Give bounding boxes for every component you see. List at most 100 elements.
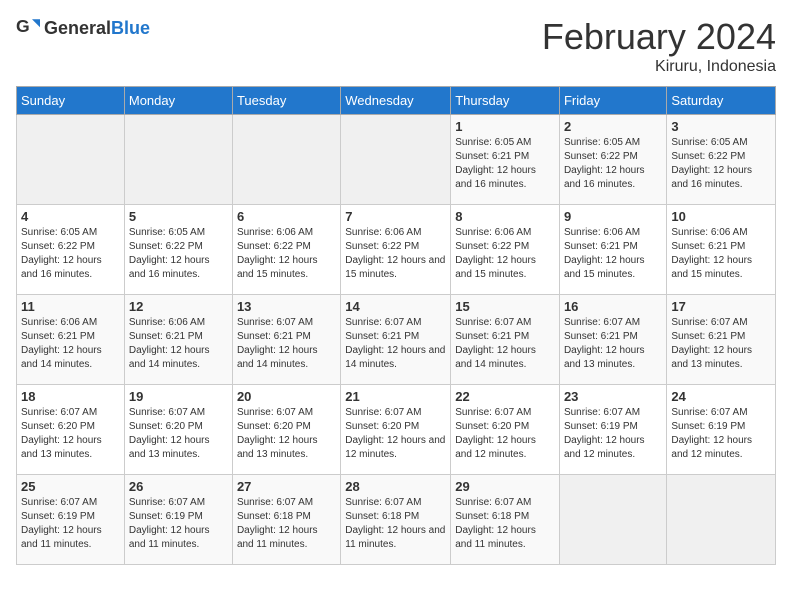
day-cell: [559, 475, 666, 565]
day-number: 8: [455, 209, 555, 224]
day-cell: 20Sunrise: 6:07 AMSunset: 6:20 PMDayligh…: [232, 385, 340, 475]
day-cell: 5Sunrise: 6:05 AMSunset: 6:22 PMDaylight…: [124, 205, 232, 295]
day-cell: 14Sunrise: 6:07 AMSunset: 6:21 PMDayligh…: [341, 295, 451, 385]
day-info: Sunrise: 6:05 AMSunset: 6:22 PMDaylight:…: [671, 136, 771, 192]
day-info: Sunrise: 6:07 AMSunset: 6:18 PMDaylight:…: [237, 496, 336, 552]
day-number: 25: [21, 479, 120, 494]
week-row-4: 18 Sunrise: 6:07 AMSunset: 6:20 PMDayligh…: [17, 385, 776, 475]
week-row-5: 25 Sunrise: 6:07 AMSunset: 6:19 PMDayligh…: [17, 475, 776, 565]
logo-blue: Blue: [111, 18, 150, 38]
day-number: 22: [455, 389, 555, 404]
title-area: February 2024 Kiruru, Indonesia: [542, 16, 776, 76]
day-number: 1: [455, 119, 555, 134]
day-info: Sunrise: 6:07 AMSunset: 6:19 PMDaylight:…: [21, 496, 120, 552]
day-cell: 26Sunrise: 6:07 AMSunset: 6:19 PMDayligh…: [124, 475, 232, 565]
day-cell: 4Sunrise: 6:05 AMSunset: 6:22 PMDaylight…: [17, 205, 125, 295]
day-number: 12: [129, 299, 228, 314]
day-cell: 1 Sunrise: 6:05 AMSunset: 6:21 PMDaylight…: [451, 115, 560, 205]
day-cell: 21Sunrise: 6:07 AMSunset: 6:20 PMDayligh…: [341, 385, 451, 475]
day-cell: 22 Sunrise: 6:07 AMSunset: 6:20 PMDayligh…: [451, 385, 560, 475]
week-row-3: 11 Sunrise: 6:06 AMSunset: 6:21 PMDayligh…: [17, 295, 776, 385]
day-info: Sunrise: 6:07 AMSunset: 6:21 PMDaylight:…: [671, 316, 771, 372]
location-title: Kiruru, Indonesia: [542, 58, 776, 76]
day-number: 10: [671, 209, 771, 224]
day-number: 28: [345, 479, 446, 494]
week-row-2: 4Sunrise: 6:05 AMSunset: 6:22 PMDaylight…: [17, 205, 776, 295]
day-number: 29: [455, 479, 555, 494]
day-cell: 9 Sunrise: 6:06 AMSunset: 6:21 PMDaylight…: [559, 205, 666, 295]
day-info: Sunrise: 6:05 AMSunset: 6:22 PMDaylight:…: [564, 136, 662, 192]
day-cell: [341, 115, 451, 205]
day-info: Sunrise: 6:05 AMSunset: 6:21 PMDaylight:…: [455, 136, 555, 192]
weekday-header-friday: Friday: [559, 87, 666, 115]
day-cell: 27Sunrise: 6:07 AMSunset: 6:18 PMDayligh…: [232, 475, 340, 565]
day-cell: 15Sunrise: 6:07 AMSunset: 6:21 PMDayligh…: [451, 295, 560, 385]
weekday-header-thursday: Thursday: [451, 87, 560, 115]
weekday-header-monday: Monday: [124, 87, 232, 115]
page-header: G GeneralBlue February 2024 Kiruru, Indo…: [16, 16, 776, 76]
week-row-1: 1 Sunrise: 6:05 AMSunset: 6:21 PMDaylight…: [17, 115, 776, 205]
weekday-header-sunday: Sunday: [17, 87, 125, 115]
logo-icon: G: [16, 16, 40, 40]
day-info: Sunrise: 6:07 AMSunset: 6:19 PMDaylight:…: [671, 406, 771, 462]
day-number: 14: [345, 299, 446, 314]
day-cell: 29 Sunrise: 6:07 AMSunset: 6:18 PMDayligh…: [451, 475, 560, 565]
day-info: Sunrise: 6:06 AMSunset: 6:21 PMDaylight:…: [671, 226, 771, 282]
day-number: 15: [455, 299, 555, 314]
day-cell: 12 Sunrise: 6:06 AMSunset: 6:21 PMDayligh…: [124, 295, 232, 385]
day-number: 5: [129, 209, 228, 224]
day-number: 13: [237, 299, 336, 314]
day-info: Sunrise: 6:07 AMSunset: 6:20 PMDaylight:…: [129, 406, 228, 462]
day-cell: 13 Sunrise: 6:07 AMSunset: 6:21 PMDayligh…: [232, 295, 340, 385]
day-cell: 23 Sunrise: 6:07 AMSunset: 6:19 PMDayligh…: [559, 385, 666, 475]
day-number: 20: [237, 389, 336, 404]
day-number: 11: [21, 299, 120, 314]
day-info: Sunrise: 6:06 AMSunset: 6:21 PMDaylight:…: [564, 226, 662, 282]
day-cell: [124, 115, 232, 205]
day-cell: 7 Sunrise: 6:06 AMSunset: 6:22 PMDaylight…: [341, 205, 451, 295]
day-cell: [232, 115, 340, 205]
day-info: Sunrise: 6:07 AMSunset: 6:20 PMDaylight:…: [455, 406, 555, 462]
logo: G GeneralBlue: [16, 16, 150, 40]
day-info: Sunrise: 6:06 AMSunset: 6:21 PMDaylight:…: [129, 316, 228, 372]
day-info: Sunrise: 6:06 AMSunset: 6:22 PMDaylight:…: [345, 226, 446, 282]
day-number: 2: [564, 119, 662, 134]
day-info: Sunrise: 6:07 AMSunset: 6:20 PMDaylight:…: [345, 406, 446, 462]
day-info: Sunrise: 6:07 AMSunset: 6:19 PMDaylight:…: [129, 496, 228, 552]
day-cell: 25 Sunrise: 6:07 AMSunset: 6:19 PMDayligh…: [17, 475, 125, 565]
day-number: 16: [564, 299, 662, 314]
day-cell: 3 Sunrise: 6:05 AMSunset: 6:22 PMDaylight…: [667, 115, 776, 205]
day-cell: 16 Sunrise: 6:07 AMSunset: 6:21 PMDayligh…: [559, 295, 666, 385]
day-cell: 8 Sunrise: 6:06 AMSunset: 6:22 PMDaylight…: [451, 205, 560, 295]
day-info: Sunrise: 6:05 AMSunset: 6:22 PMDaylight:…: [21, 226, 120, 282]
day-cell: 6 Sunrise: 6:06 AMSunset: 6:22 PMDaylight…: [232, 205, 340, 295]
day-info: Sunrise: 6:07 AMSunset: 6:21 PMDaylight:…: [237, 316, 336, 372]
day-number: 19: [129, 389, 228, 404]
logo-general: General: [44, 18, 111, 38]
day-info: Sunrise: 6:07 AMSunset: 6:19 PMDaylight:…: [564, 406, 662, 462]
weekday-header-saturday: Saturday: [667, 87, 776, 115]
day-number: 23: [564, 389, 662, 404]
day-info: Sunrise: 6:06 AMSunset: 6:22 PMDaylight:…: [237, 226, 336, 282]
day-cell: [17, 115, 125, 205]
day-cell: 11 Sunrise: 6:06 AMSunset: 6:21 PMDayligh…: [17, 295, 125, 385]
day-info: Sunrise: 6:06 AMSunset: 6:22 PMDaylight:…: [455, 226, 555, 282]
weekday-header-wednesday: Wednesday: [341, 87, 451, 115]
day-info: Sunrise: 6:07 AMSunset: 6:21 PMDaylight:…: [564, 316, 662, 372]
day-cell: 10 Sunrise: 6:06 AMSunset: 6:21 PMDayligh…: [667, 205, 776, 295]
day-number: 6: [237, 209, 336, 224]
day-info: Sunrise: 6:06 AMSunset: 6:21 PMDaylight:…: [21, 316, 120, 372]
day-number: 17: [671, 299, 771, 314]
day-number: 7: [345, 209, 446, 224]
day-cell: [667, 475, 776, 565]
day-number: 18: [21, 389, 120, 404]
day-number: 3: [671, 119, 771, 134]
day-cell: 19 Sunrise: 6:07 AMSunset: 6:20 PMDayligh…: [124, 385, 232, 475]
day-cell: 17 Sunrise: 6:07 AMSunset: 6:21 PMDayligh…: [667, 295, 776, 385]
day-info: Sunrise: 6:07 AMSunset: 6:18 PMDaylight:…: [455, 496, 555, 552]
calendar-table: SundayMondayTuesdayWednesdayThursdayFrid…: [16, 86, 776, 565]
day-cell: 28Sunrise: 6:07 AMSunset: 6:18 PMDayligh…: [341, 475, 451, 565]
day-cell: 24Sunrise: 6:07 AMSunset: 6:19 PMDayligh…: [667, 385, 776, 475]
weekday-header-tuesday: Tuesday: [232, 87, 340, 115]
day-number: 9: [564, 209, 662, 224]
